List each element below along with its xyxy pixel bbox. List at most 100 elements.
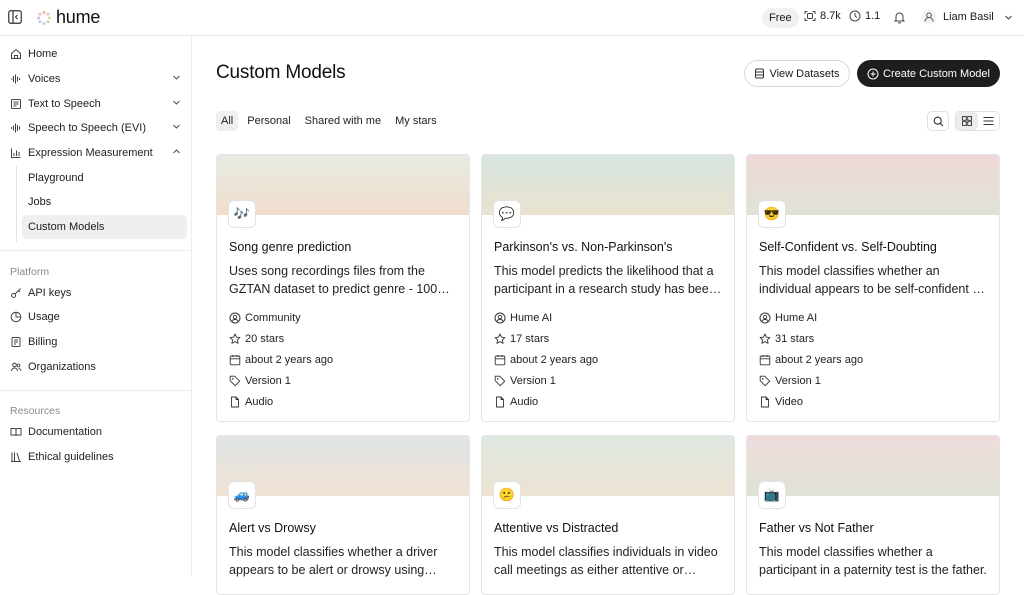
- filter-tabs: All Personal Shared with me My stars: [216, 111, 442, 131]
- sidebar-divider: [0, 390, 191, 391]
- create-custom-model-button[interactable]: Create Custom Model: [857, 60, 1000, 87]
- sidebar-item-api-keys[interactable]: API keys: [10, 281, 187, 305]
- sidebar-item-label: Usage: [28, 311, 60, 323]
- card-meta-stars: 20 stars: [229, 333, 284, 345]
- card-emoji-icon: 🎶: [228, 200, 256, 228]
- model-card[interactable]: 🎶 Song genre prediction Uses song recordin…: [216, 154, 470, 422]
- card-meta-stars-text: 17 stars: [510, 333, 550, 345]
- tab-my-stars[interactable]: My stars: [390, 111, 442, 131]
- user-menu[interactable]: Liam Basil: [921, 9, 1013, 25]
- card-title: Alert vs Drowsy: [229, 521, 316, 535]
- sidebar-subitem-jobs[interactable]: Jobs: [22, 190, 187, 214]
- resources-section-label: Resources: [10, 405, 61, 417]
- card-meta-owner-text: Hume AI: [510, 312, 553, 324]
- sidebar-item-evi[interactable]: Speech to Speech (EVI): [10, 116, 187, 140]
- card-meta-modality: Audio: [229, 396, 273, 408]
- list-view-button[interactable]: [978, 112, 1000, 130]
- tab-shared-with-me[interactable]: Shared with me: [300, 111, 386, 131]
- waveform-icon: [10, 122, 22, 134]
- card-meta-modality-text: Video: [775, 396, 803, 408]
- hume-logo-icon: [36, 10, 52, 26]
- card-description-text: This model classifies individuals in vid…: [494, 545, 718, 577]
- card-description: This model classifies whether a particip…: [759, 543, 991, 579]
- scan-icon: [804, 10, 816, 22]
- text-to-speech-icon: [10, 98, 22, 110]
- card-meta-stars-text: 31 stars: [775, 333, 815, 345]
- sidebar-item-expression-measurement[interactable]: Expression Measurement: [10, 141, 187, 165]
- create-custom-model-label: Create Custom Model: [883, 67, 990, 80]
- sidebar-item-documentation[interactable]: Documentation: [10, 420, 187, 444]
- card-meta-version-text: Version 1: [245, 375, 291, 387]
- user-circle-icon: [494, 312, 506, 324]
- card-meta-updated-text: about 2 years ago: [510, 354, 599, 366]
- file-icon: [759, 396, 771, 408]
- tab-all[interactable]: All: [216, 111, 239, 131]
- usage-stat[interactable]: 1.1: [849, 10, 880, 22]
- sidebar-item-text-to-speech[interactable]: Text to Speech: [10, 92, 187, 116]
- plan-badge[interactable]: Free: [762, 8, 799, 28]
- sidebar-item-label: API keys: [28, 287, 72, 299]
- tag-icon: [494, 375, 506, 387]
- home-icon: [10, 48, 22, 60]
- sidebar-item-ethical-guidelines[interactable]: Ethical guidelines: [10, 445, 187, 469]
- sidebar-item-organizations[interactable]: Organizations: [10, 355, 187, 379]
- card-meta-updated: about 2 years ago: [494, 354, 598, 366]
- card-title: Song genre prediction: [229, 240, 352, 254]
- grid-icon: [956, 116, 978, 126]
- card-meta-owner: Hume AI: [759, 312, 817, 324]
- credits-value: 8.7k: [820, 10, 841, 22]
- calendar-icon: [229, 354, 241, 366]
- bell-icon[interactable]: [893, 11, 906, 24]
- star-icon: [229, 333, 241, 345]
- brand-name: hume: [56, 7, 101, 27]
- user-name: Liam Basil: [943, 11, 994, 23]
- card-description: This model classifies individuals in vid…: [494, 543, 726, 579]
- card-emoji-icon: 🚙: [228, 481, 256, 509]
- card-meta-updated: about 2 years ago: [759, 354, 863, 366]
- card-meta-modality: Video: [759, 396, 803, 408]
- sidebar-item-label: Ethical guidelines: [28, 451, 114, 463]
- plus-circle-icon: [867, 68, 879, 80]
- card-description-text: Uses song recordings files from the GZTA…: [229, 264, 438, 296]
- sidebar-item-home[interactable]: Home: [10, 42, 187, 66]
- model-card[interactable]: 📺 Father vs Not Father This model classifi…: [746, 435, 1000, 595]
- model-card[interactable]: 💬 Parkinson's vs. Non-Parkinson's This mod…: [481, 154, 735, 422]
- card-meta-modality-text: Audio: [245, 396, 274, 408]
- credits-stat[interactable]: 8.7k: [804, 10, 841, 22]
- sidebar-divider: [0, 250, 191, 251]
- sidebar-subitem-playground[interactable]: Playground: [22, 166, 187, 190]
- sidebar-item-usage[interactable]: Usage: [10, 305, 187, 329]
- sidebar-item-label: Text to Speech: [28, 98, 101, 110]
- sidebar-item-label: Voices: [28, 73, 61, 85]
- model-card[interactable]: 😎 Self-Confident vs. Self-Doubting This mo…: [746, 154, 1000, 422]
- calendar-icon: [759, 354, 771, 366]
- card-description-text: This model predicts the likelihood that …: [494, 264, 716, 296]
- card-meta-version-text: Version 1: [510, 375, 556, 387]
- grid-view-button[interactable]: [956, 112, 978, 130]
- tab-personal[interactable]: Personal: [242, 111, 295, 131]
- view-toggle: [955, 111, 1000, 131]
- card-meta-stars: 17 stars: [494, 333, 549, 345]
- chevron-up-icon: [172, 147, 181, 156]
- sidebar-subitem-label: Custom Models: [28, 221, 105, 233]
- card-emoji-icon: 📺: [758, 481, 786, 509]
- card-meta-version: Version 1: [759, 375, 821, 387]
- sidebar-item-voices[interactable]: Voices: [10, 67, 187, 91]
- file-icon: [229, 396, 241, 408]
- sidebar-toggle-icon[interactable]: [8, 10, 24, 26]
- model-card[interactable]: 😕 Attentive vs Distracted This model class…: [481, 435, 735, 595]
- hume-logo[interactable]: hume: [36, 7, 100, 28]
- chevron-down-icon: [172, 122, 181, 131]
- model-card[interactable]: 🚙 Alert vs Drowsy This model classifies wh…: [216, 435, 470, 595]
- search-icon: [933, 116, 944, 127]
- chevron-down-icon: [1004, 13, 1013, 22]
- card-meta-updated-text: about 2 years ago: [775, 354, 864, 366]
- search-button[interactable]: [927, 111, 949, 131]
- sidebar-subitem-custom-models[interactable]: Custom Models: [22, 215, 187, 239]
- view-datasets-button[interactable]: View Datasets: [744, 60, 850, 87]
- card-meta-owner: Hume AI: [494, 312, 552, 324]
- sidebar-item-billing[interactable]: Billing: [10, 330, 187, 354]
- star-icon: [494, 333, 506, 345]
- usage-icon: [10, 311, 22, 323]
- card-title: Self-Confident vs. Self-Doubting: [759, 240, 937, 254]
